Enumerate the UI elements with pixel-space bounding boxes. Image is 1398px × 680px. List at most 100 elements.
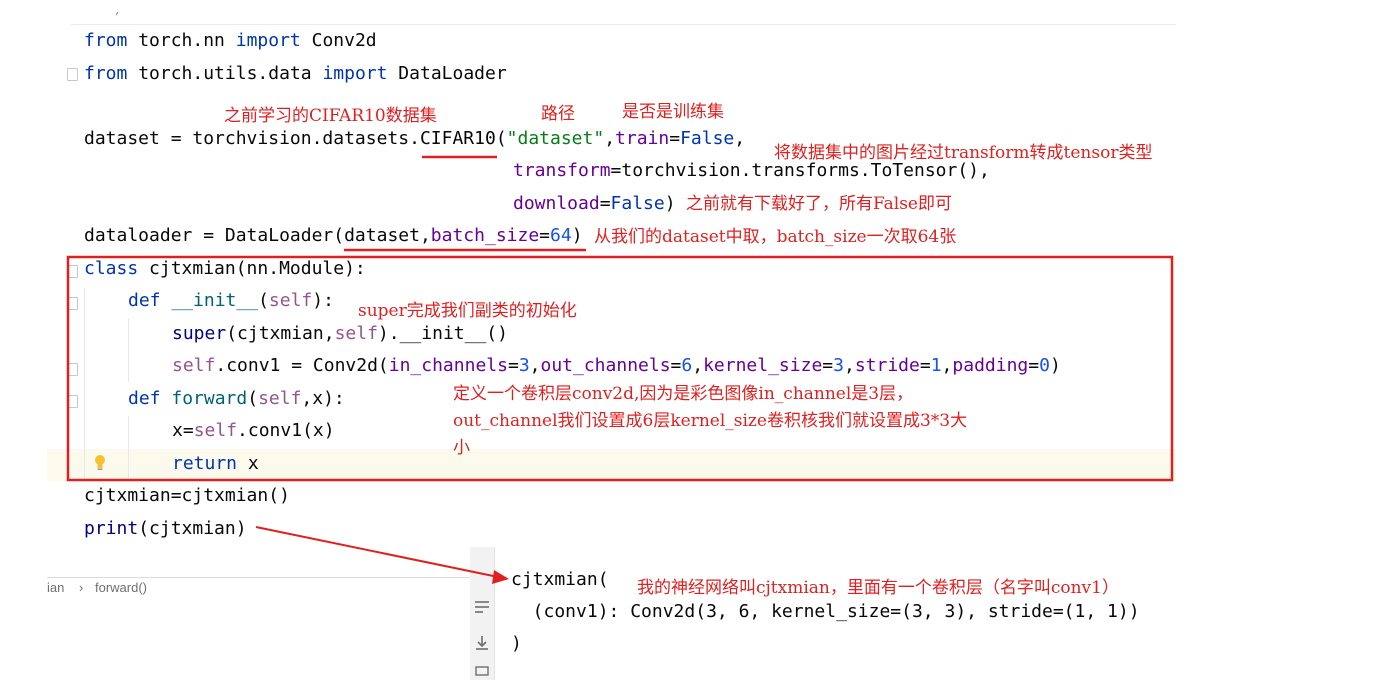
wrap-icon[interactable]: [472, 597, 492, 617]
keyword: from: [84, 63, 128, 84]
annotation-conv-line-2: out_channel我们设置成6层kernel_size卷积核我们就设置成3*…: [453, 411, 968, 431]
param-name: transform: [513, 160, 611, 181]
keyword: def: [128, 290, 161, 311]
code-token: .conv1 = Conv2d(: [215, 355, 389, 376]
keyword: import: [235, 30, 301, 51]
code-token: (: [495, 128, 507, 149]
code-token: (cjtxmian): [138, 518, 247, 539]
scroll-to-end-icon[interactable]: [472, 633, 492, 653]
annotation-conv-line-3: 小: [453, 438, 470, 458]
lightbulb-icon[interactable]: [93, 452, 107, 476]
function-name: __init__: [160, 290, 259, 311]
annotation-conv-line-1: 定义一个卷积层conv2d,因为是彩色图像in_channel是3层，: [453, 384, 914, 404]
code-token: dataset = torchvision.datasets.: [84, 128, 420, 149]
indent-guide: [128, 416, 129, 480]
run-console[interactable]: cjtxmian( (conv1): Conv2d(3, 6, kernel_s…: [470, 547, 1240, 680]
code-token: cjtxmian(nn.Module):: [138, 258, 366, 279]
code-line-16[interactable]: print(cjtxmian): [84, 513, 247, 545]
fold-marker-icon[interactable]: [67, 297, 78, 310]
annotation-train: 是否是训练集: [622, 102, 724, 122]
code-token: x: [237, 453, 259, 474]
code-token: dataloader = DataLoader(: [84, 225, 345, 246]
indent-guide: [84, 288, 85, 480]
code-line-15[interactable]: cjtxmian=cjtxmian(): [84, 480, 290, 512]
code-line-2[interactable]: from torch.utils.data import DataLoader: [84, 58, 507, 90]
code-token: ,: [604, 128, 616, 149]
code-token: dataset: [344, 225, 420, 246]
code-token: =: [539, 225, 551, 246]
keyword: return: [172, 453, 238, 474]
code-token: ):: [312, 290, 334, 311]
top-fragment-text: ): [84, 12, 123, 17]
breadcrumb[interactable]: ian › forward(): [47, 577, 477, 600]
code-token: cjtxmian=cjtxmian(): [84, 485, 290, 506]
code-token: (: [247, 388, 259, 409]
builtin: print: [84, 518, 139, 539]
breadcrumb-item-method[interactable]: forward(): [95, 580, 147, 595]
builtin: super: [172, 323, 227, 344]
code-token: =: [599, 193, 611, 214]
code-token: ,: [734, 128, 746, 149]
code-line-9[interactable]: def __init__(self):: [128, 285, 334, 317]
self-keyword: self: [193, 420, 238, 441]
self-keyword: self: [334, 323, 378, 344]
param-name: kernel_size: [703, 355, 823, 376]
breadcrumb-item-class[interactable]: ian: [47, 580, 64, 595]
annotation-batch: 从我们的dataset中取，batch_size一次取64张: [594, 227, 957, 247]
annotation-output: 我的神经网络叫cjtxmian，里面有一个卷积层（名字叫conv1）: [637, 578, 1119, 598]
param-name: out_channels: [540, 355, 671, 376]
self-keyword: self: [268, 290, 313, 311]
code-token: ): [571, 225, 583, 246]
self-keyword: self: [258, 388, 302, 409]
param-name: in_channels: [388, 355, 508, 376]
code-line-6[interactable]: download=False): [513, 188, 676, 220]
fold-marker-icon[interactable]: [67, 68, 78, 81]
annotation-path: 路径: [541, 104, 575, 124]
param-name: download: [513, 193, 600, 214]
code-token: ,: [419, 225, 431, 246]
code-line-14[interactable]: return x: [172, 448, 259, 480]
fold-marker-icon[interactable]: [67, 363, 78, 376]
code-editor[interactable]: ) from torch.nn import Conv2d from torch…: [47, 12, 1176, 575]
annotation-download: 之前就有下载好了，所有False即可: [686, 194, 952, 214]
code-token: Conv2d: [300, 30, 377, 51]
param-name: train: [615, 128, 670, 149]
code-line-8[interactable]: class cjtxmian(nn.Module):: [84, 253, 366, 285]
code-token: ,x):: [301, 388, 345, 409]
code-line-12[interactable]: def forward(self,x):: [128, 383, 345, 415]
code-token: =: [669, 128, 681, 149]
keyword: def: [128, 388, 161, 409]
fold-marker-icon[interactable]: [67, 395, 78, 408]
code-token: torch.utils.data: [127, 63, 323, 84]
param-name: batch_size: [430, 225, 540, 246]
code-line-11[interactable]: self.conv1 = Conv2d(in_channels=3,out_ch…: [172, 350, 1061, 382]
code-token: DataLoader: [387, 63, 507, 84]
keyword: import: [322, 63, 388, 84]
indent-guide: [128, 318, 129, 382]
code-token: CIFAR10: [419, 128, 496, 149]
annotation-cifar: 之前学习的CIFAR10数据集: [224, 106, 437, 126]
number-literal: 3: [518, 355, 530, 376]
code-token: .conv1(x): [237, 420, 335, 441]
code-line-1[interactable]: from torch.nn import Conv2d: [84, 25, 377, 57]
print-icon[interactable]: [472, 665, 492, 679]
code-token: x=: [172, 420, 194, 441]
console-output-line-3: ): [511, 633, 522, 654]
self-keyword: self: [172, 355, 216, 376]
param-name: stride: [854, 355, 920, 376]
code-line-13[interactable]: x=self.conv1(x): [172, 415, 335, 447]
number-literal: 1: [930, 355, 942, 376]
param-name: padding: [952, 355, 1029, 376]
keyword: class: [84, 258, 139, 279]
code-token: torch.nn: [127, 30, 236, 51]
keyword: from: [84, 30, 128, 51]
code-line-7[interactable]: dataloader = DataLoader(dataset,batch_si…: [84, 220, 583, 252]
fold-marker-icon[interactable]: [67, 265, 78, 278]
annotation-super: super完成我们副类的初始化: [358, 301, 577, 321]
code-token: (: [258, 290, 269, 311]
code-token: (cjtxmian,: [226, 323, 335, 344]
string-literal: "dataset": [506, 128, 605, 149]
breadcrumb-separator: ›: [79, 580, 84, 595]
code-token: ): [664, 193, 676, 214]
number-literal: 6: [681, 355, 693, 376]
